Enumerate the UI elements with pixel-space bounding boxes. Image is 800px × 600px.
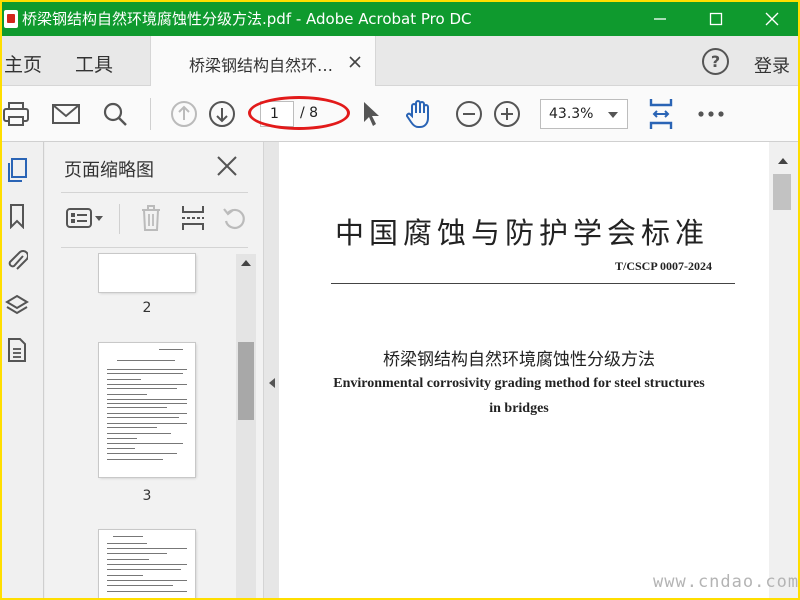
document-icon xyxy=(8,338,26,362)
thumbnail-options-button[interactable] xyxy=(65,204,105,232)
document-title-en-line2: in bridges xyxy=(489,401,549,416)
print-button[interactable] xyxy=(2,98,32,130)
scrollbar-thumb[interactable] xyxy=(238,342,254,420)
zoom-out-button[interactable] xyxy=(454,98,484,130)
standard-title: 中国腐蚀与防护学会标准 xyxy=(335,216,710,250)
rotate-icon xyxy=(223,208,245,230)
page-up-icon xyxy=(171,101,197,127)
page-down-icon xyxy=(209,101,235,127)
bookmark-icon xyxy=(10,204,24,229)
hand-tool-button[interactable] xyxy=(402,98,436,130)
maximize-button[interactable] xyxy=(698,6,734,32)
chevron-left-icon xyxy=(269,378,275,388)
red-highlight-circle xyxy=(248,96,350,130)
close-icon xyxy=(765,12,779,26)
page-thumbnail-number: 2 xyxy=(142,300,152,316)
fit-page-button[interactable] xyxy=(646,98,676,130)
next-page-button[interactable] xyxy=(207,98,237,130)
close-window-button[interactable] xyxy=(754,6,790,32)
minimize-button[interactable] xyxy=(642,6,678,32)
zoom-select[interactable]: 43.3% xyxy=(540,99,628,129)
layers-icon xyxy=(5,294,29,315)
document-tab[interactable]: 桥梁钢结构自然环… xyxy=(150,36,376,86)
chevron-down-icon xyxy=(608,112,618,118)
page-thumbnail[interactable] xyxy=(99,343,195,477)
maximize-icon xyxy=(709,12,723,26)
panel-title: 页面缩略图 xyxy=(64,160,154,181)
thumbnail-scrollbar[interactable] xyxy=(236,254,256,598)
minimize-icon xyxy=(654,18,666,20)
attachments-button[interactable] xyxy=(5,246,29,274)
insert-page-icon xyxy=(182,206,204,230)
collapse-panel-handle[interactable] xyxy=(263,142,279,598)
scrollbar-thumb[interactable] xyxy=(773,174,791,210)
zoom-out-icon xyxy=(456,101,482,127)
document-scrollbar[interactable] xyxy=(769,142,798,598)
document-view[interactable]: 中国腐蚀与防护学会标准 T/CSCP 0007-2024 桥梁钢结构自然环境腐蚀… xyxy=(279,142,798,598)
standard-code: T/CSCP 0007-2024 xyxy=(615,259,713,273)
title-bar: 桥梁钢结构自然环境腐蚀性分级方法.pdf - Adobe Acrobat Pro… xyxy=(2,2,798,36)
watermark: www.cndao.com xyxy=(653,572,798,592)
trash-icon xyxy=(142,205,160,231)
options-menu-icon xyxy=(66,208,103,228)
page-thumbnails-icon xyxy=(8,158,27,182)
app-window: 桥梁钢结构自然环境腐蚀性分级方法.pdf - Adobe Acrobat Pro… xyxy=(2,2,798,598)
tools-tab[interactable]: 工具 xyxy=(75,50,113,77)
zoom-in-icon xyxy=(494,101,520,127)
more-tools-button[interactable] xyxy=(694,98,728,130)
previous-page-button[interactable] xyxy=(169,98,199,130)
email-icon xyxy=(52,104,80,124)
document-properties-button[interactable] xyxy=(5,336,29,364)
select-tool-button[interactable] xyxy=(358,98,382,130)
title-rule xyxy=(331,283,735,284)
toolbar: 1 / 8 43.3% xyxy=(2,86,798,142)
panel-tool-divider xyxy=(119,204,120,234)
fit-page-icon xyxy=(649,99,673,129)
search-button[interactable] xyxy=(100,98,130,130)
document-title-cn: 桥梁钢结构自然环境腐蚀性分级方法 xyxy=(383,350,655,370)
close-icon xyxy=(217,156,237,176)
delete-page-button[interactable] xyxy=(137,204,165,232)
zoom-in-button[interactable] xyxy=(492,98,522,130)
more-icon xyxy=(698,111,724,117)
toolbar-divider xyxy=(150,98,151,130)
panel-divider xyxy=(61,192,248,193)
panel-divider xyxy=(61,247,248,248)
document-tab-label: 桥梁钢结构自然环… xyxy=(189,56,334,75)
login-button[interactable]: 登录 xyxy=(754,52,790,78)
document-title-en-line1: Environmental corrosivity grading method… xyxy=(333,376,705,391)
thumbnail-panel: 页面缩略图 2 3 xyxy=(45,142,263,598)
close-panel-button[interactable] xyxy=(216,155,238,181)
tab-bar: 主页 工具 桥梁钢结构自然环… ? 登录 xyxy=(2,36,798,86)
bookmarks-button[interactable] xyxy=(5,202,29,230)
page-thumbnail[interactable] xyxy=(99,530,195,598)
paperclip-icon xyxy=(8,250,28,270)
page-thumbnails-button[interactable] xyxy=(5,156,29,184)
navigation-rail xyxy=(2,142,44,598)
close-icon xyxy=(349,56,361,68)
layers-button[interactable] xyxy=(5,292,29,320)
acrobat-app-icon xyxy=(4,10,18,28)
insert-page-button[interactable] xyxy=(179,204,207,232)
search-icon xyxy=(103,102,127,126)
page-thumbnail[interactable] xyxy=(99,254,195,292)
select-cursor-icon xyxy=(364,102,379,126)
hand-icon xyxy=(406,100,429,128)
email-button[interactable] xyxy=(50,98,82,130)
page-thumbnail-number: 3 xyxy=(142,488,152,504)
help-icon[interactable]: ? xyxy=(702,48,729,75)
scroll-up-icon[interactable] xyxy=(778,158,788,164)
zoom-value: 43.3% xyxy=(549,106,594,122)
rotate-page-button[interactable] xyxy=(221,204,249,232)
close-tab-button[interactable] xyxy=(349,53,361,72)
window-title: 桥梁钢结构自然环境腐蚀性分级方法.pdf - Adobe Acrobat Pro… xyxy=(22,10,472,28)
home-tab[interactable]: 主页 xyxy=(4,50,42,77)
print-icon xyxy=(3,102,29,126)
scroll-up-icon[interactable] xyxy=(241,260,251,266)
